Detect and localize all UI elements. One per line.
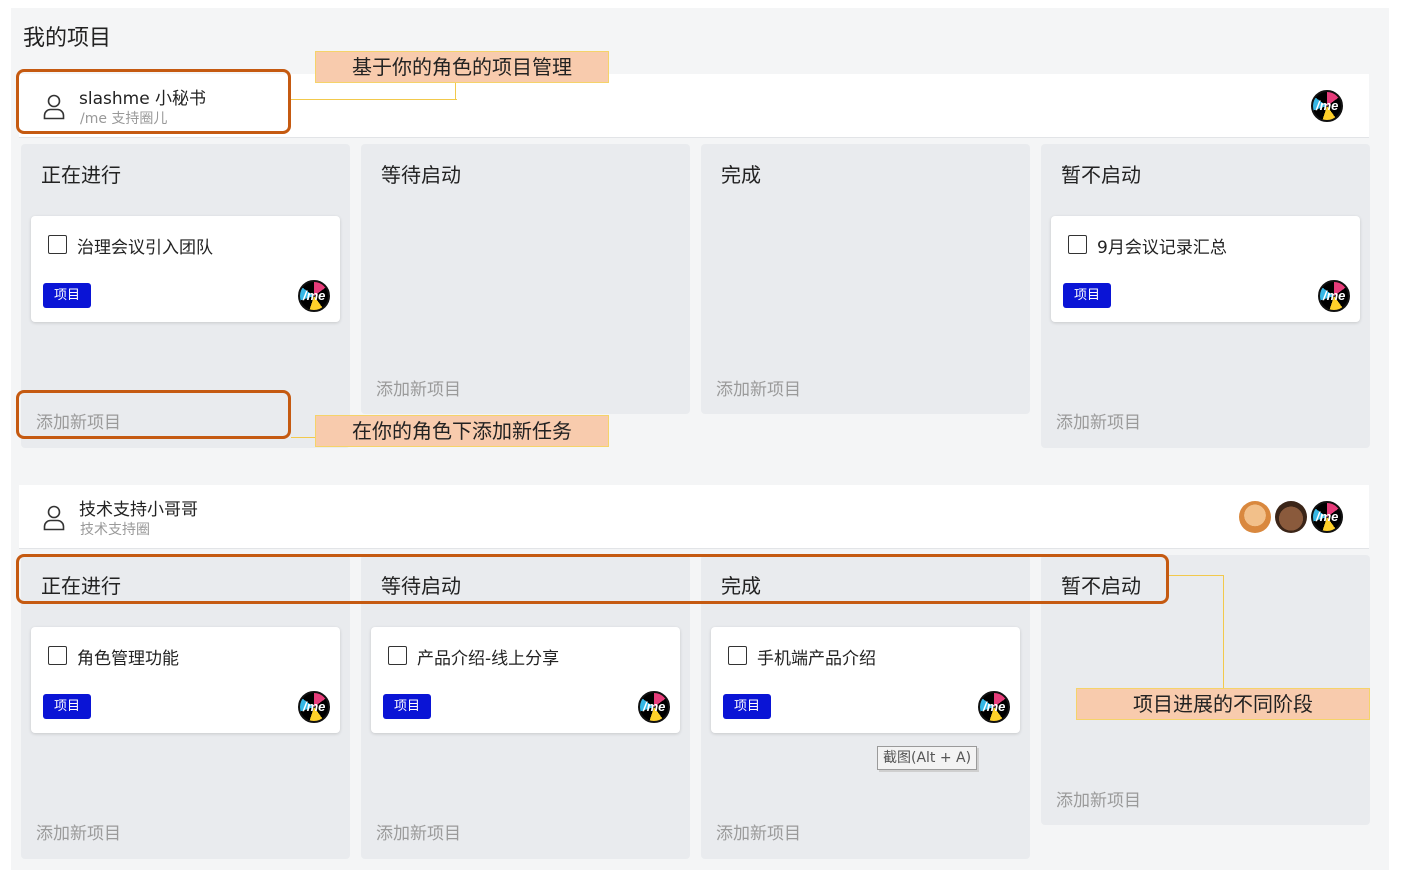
me-avatar[interactable]	[638, 691, 670, 723]
person-icon	[43, 505, 65, 531]
task-title: 9月会议记录汇总	[1097, 238, 1227, 258]
project-tag[interactable]: 项目	[43, 283, 92, 308]
add-new-item-link[interactable]: 添加新项目	[716, 375, 801, 400]
role-circle-name: 技术支持圈	[80, 522, 150, 538]
column-title: 暂不启动	[1061, 163, 1141, 187]
task-checkbox[interactable]	[728, 646, 747, 665]
leader-line	[291, 437, 317, 438]
task-card[interactable]: 角色管理功能 项目	[31, 627, 340, 733]
task-title: 手机端产品介绍	[757, 649, 876, 669]
me-avatar[interactable]	[978, 691, 1010, 723]
member-avatars	[1311, 90, 1343, 122]
me-avatar[interactable]	[1311, 90, 1343, 122]
project-tag[interactable]: 项目	[383, 694, 432, 719]
task-checkbox[interactable]	[388, 646, 407, 665]
column-done: 完成 添加新项目	[701, 144, 1030, 414]
leader-line	[1169, 575, 1224, 576]
task-title: 治理会议引入团队	[77, 238, 213, 258]
task-title: 角色管理功能	[77, 649, 179, 669]
member-avatars	[1239, 501, 1343, 533]
column-title: 等待启动	[381, 163, 461, 187]
task-title: 产品介绍-线上分享	[417, 649, 560, 669]
task-checkbox[interactable]	[48, 235, 67, 254]
annotation-callout: 项目进展的不同阶段	[1076, 688, 1370, 720]
task-card[interactable]: 治理会议引入团队 项目	[31, 216, 340, 322]
leader-line	[1223, 575, 1224, 689]
annotation-box-add	[16, 390, 291, 439]
project-tag[interactable]: 项目	[43, 694, 92, 719]
task-card[interactable]: 手机端产品介绍 项目	[711, 627, 1020, 733]
me-avatar[interactable]	[298, 691, 330, 723]
me-avatar[interactable]	[298, 280, 330, 312]
leader-line	[455, 82, 456, 100]
column-title: 正在进行	[41, 163, 121, 187]
avatar-1[interactable]	[1239, 501, 1271, 533]
column-on-hold: 暂不启动 9月会议记录汇总 项目 添加新项目	[1041, 144, 1370, 448]
screenshot-tooltip: 截图(Alt + A)	[877, 746, 978, 770]
annotation-callout: 在你的角色下添加新任务	[315, 415, 609, 447]
column-title: 完成	[721, 163, 761, 187]
page-title: 我的项目	[23, 26, 112, 51]
task-checkbox[interactable]	[48, 646, 67, 665]
task-card[interactable]: 产品介绍-线上分享 项目	[371, 627, 680, 733]
project-tag[interactable]: 项目	[1063, 283, 1112, 308]
column-waiting: 等待启动 添加新项目	[361, 144, 690, 414]
add-new-item-link[interactable]: 添加新项目	[376, 375, 461, 400]
add-new-item-link[interactable]: 添加新项目	[36, 819, 121, 844]
add-new-item-link[interactable]: 添加新项目	[376, 819, 461, 844]
me-avatar[interactable]	[1318, 280, 1350, 312]
role-name: 技术支持小哥哥	[79, 500, 198, 520]
annotation-box-role	[16, 69, 291, 134]
add-new-item-link[interactable]: 添加新项目	[716, 819, 801, 844]
role-header-tech-support[interactable]: 技术支持小哥哥 技术支持圈	[19, 485, 1369, 549]
annotation-box-stages	[16, 554, 1169, 604]
add-new-item-link[interactable]: 添加新项目	[1056, 786, 1141, 811]
avatar-2[interactable]	[1275, 501, 1307, 533]
leader-line	[291, 99, 457, 100]
annotation-callout: 基于你的角色的项目管理	[315, 51, 609, 83]
me-avatar[interactable]	[1311, 501, 1343, 533]
project-tag[interactable]: 项目	[723, 694, 772, 719]
task-checkbox[interactable]	[1068, 235, 1087, 254]
add-new-item-link[interactable]: 添加新项目	[1056, 408, 1141, 433]
task-card[interactable]: 9月会议记录汇总 项目	[1051, 216, 1360, 322]
